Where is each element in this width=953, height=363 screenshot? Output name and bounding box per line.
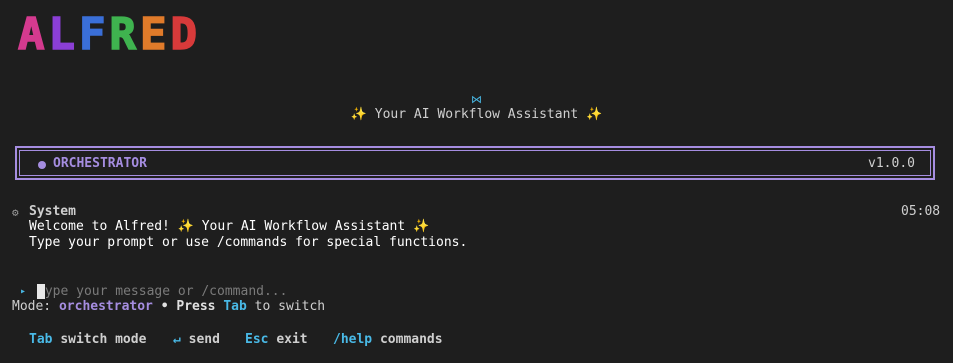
text-cursor bbox=[37, 284, 45, 299]
mode-name: ORCHESTRATOR bbox=[53, 156, 147, 171]
hint-switch-mode: Tab switch mode bbox=[29, 332, 146, 347]
alfred-logo: A L F R E D bbox=[17, 9, 198, 60]
hint-exit: Esc exit bbox=[245, 332, 308, 347]
switch-label: to switch bbox=[246, 299, 326, 314]
mode-prefix: Mode: bbox=[12, 299, 59, 314]
mode-separator: • bbox=[152, 299, 177, 314]
message-sender: System bbox=[29, 204, 76, 219]
logo-letter-e: E bbox=[139, 9, 168, 60]
version-label: v1.0.0 bbox=[868, 156, 915, 171]
tagline-text: Your AI Workflow Assistant bbox=[374, 107, 579, 122]
mode-dot-icon bbox=[38, 161, 46, 169]
logo-letter-r: R bbox=[109, 9, 137, 60]
mode-panel: ORCHESTRATOR v1.0.0 bbox=[15, 146, 935, 180]
prompt-arrow-icon: ▸ bbox=[20, 286, 27, 297]
sparkle-icon: ✨ bbox=[350, 107, 367, 122]
message-timestamp: 05:08 bbox=[901, 204, 941, 219]
message-input[interactable] bbox=[37, 282, 917, 300]
hint-help: /help commands bbox=[333, 332, 443, 347]
hint-key: Esc bbox=[245, 332, 269, 347]
current-mode: orchestrator bbox=[58, 299, 153, 314]
hint-key: Tab bbox=[29, 332, 53, 347]
logo-letter-l: L bbox=[48, 9, 76, 60]
sparkle-icon: ✨ bbox=[586, 107, 603, 122]
message-line: Welcome to Alfred! ✨ Your AI Workflow As… bbox=[29, 219, 430, 234]
logo-letter-d: D bbox=[170, 9, 198, 60]
bow-tie-icon: ⋈ bbox=[471, 93, 482, 106]
hint-send: ↵ send bbox=[173, 332, 220, 347]
hint-label: send bbox=[188, 332, 220, 347]
tagline: ✨ Your AI Workflow Assistant ✨ bbox=[0, 107, 953, 122]
press-label: Press bbox=[176, 299, 224, 314]
enter-icon: ↵ bbox=[173, 332, 181, 347]
gear-icon: ⚙ bbox=[12, 206, 19, 219]
logo-letter-a: A bbox=[17, 9, 46, 60]
hint-label: commands bbox=[379, 332, 443, 347]
hint-label: switch mode bbox=[60, 332, 147, 347]
mode-status-line: Mode: orchestrator • Press Tab to switch bbox=[12, 299, 325, 314]
tab-key-label: Tab bbox=[223, 299, 247, 314]
logo-letter-f: F bbox=[78, 9, 107, 60]
hint-key: /help bbox=[333, 332, 373, 347]
hint-label: exit bbox=[276, 332, 308, 347]
message-line: Type your prompt or use /commands for sp… bbox=[29, 235, 468, 250]
